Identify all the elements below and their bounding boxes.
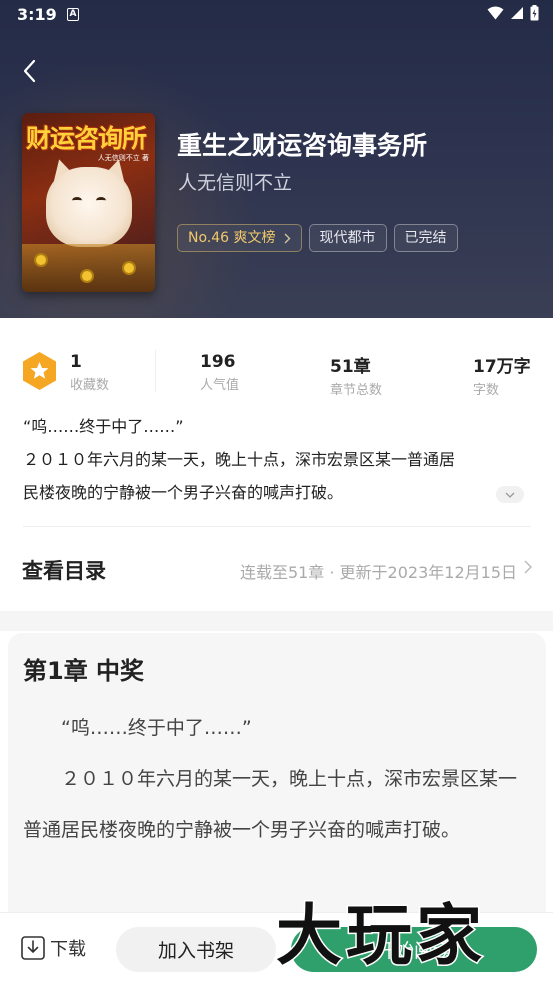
book-stats: 1 收藏数 196 人气值 51章 章节总数 17万字 字数 [0, 318, 553, 406]
cover-coin [80, 269, 94, 283]
stat-label: 章节总数 [330, 383, 383, 398]
toc-title: 查看目录 [22, 559, 106, 583]
stat-favorites: 1 收藏数 [70, 352, 109, 393]
book-cover[interactable]: 财运咨询所 人无信则不立 著 [22, 113, 155, 292]
star-badge-icon [23, 352, 56, 390]
stat-label: 收藏数 [70, 378, 110, 393]
stat-value: 1 [70, 352, 82, 372]
expand-intro-button[interactable] [496, 486, 524, 503]
chapter-body: “呜……终于中了……” ２０１０年六月的某一天，晚上十点，深市宏景区某一普通居民… [23, 703, 528, 856]
book-header: 3:19 A 财运咨询所 人无信则不立 著 重生之财运咨询事务所 人无信则不立 … [0, 0, 553, 318]
wifi-icon [487, 6, 504, 20]
table-of-contents-row[interactable]: 查看目录 连载至51章 · 更新于2023年12月15日 [0, 527, 553, 609]
chevron-right-icon [524, 560, 532, 574]
status-bar: 3:19 A [0, 0, 553, 30]
chevron-down-icon [505, 492, 515, 498]
cover-cat-eye [96, 197, 106, 204]
chapter-paragraph: “呜……终于中了……” [61, 717, 252, 739]
status-tag-label: 已完结 [404, 230, 447, 246]
cover-coin [122, 261, 136, 275]
book-title: 重生之财运咨询事务所 [177, 131, 428, 160]
status-icons [487, 5, 539, 21]
stat-value: 196 [200, 352, 236, 372]
stat-label: 人气值 [200, 378, 240, 393]
intro-line: “呜……终于中了……” [23, 417, 184, 436]
cover-title: 财运咨询所 [26, 124, 147, 153]
rank-tag[interactable]: No.46 爽文榜 [177, 224, 302, 252]
stats-divider [155, 350, 156, 392]
book-tags: No.46 爽文榜 现代都市 已完结 [177, 224, 458, 252]
intro-line: ２０１０年六月的某一天，晚上十点，深市宏景区某一普通居 [23, 450, 456, 469]
stat-word-count: 17万字 字数 [473, 352, 531, 398]
add-to-shelf-button[interactable]: 加入书架 [116, 927, 276, 972]
download-icon [21, 936, 45, 960]
chevron-left-icon [23, 59, 36, 83]
book-intro: “呜……终于中了……” ２０１０年六月的某一天，晚上十点，深市宏景区某一普通居 … [23, 410, 533, 509]
back-button[interactable] [12, 54, 46, 88]
chevron-right-icon [284, 233, 291, 243]
chapter-paragraph: ２０１０年六月的某一天，晚上十点，深市宏景区某一普通居民楼夜晚的宁静被一个男子兴… [23, 768, 518, 841]
category-tag-label: 现代都市 [319, 230, 376, 246]
signal-icon [511, 7, 523, 19]
cover-cat-eye [72, 197, 82, 204]
battery-icon [530, 5, 539, 21]
download-label: 下载 [50, 939, 86, 960]
stat-label: 字数 [473, 383, 500, 398]
watermark: 大玩家 [275, 896, 486, 976]
category-tag[interactable]: 现代都市 [308, 224, 387, 252]
intro-line: 民楼夜晚的宁静被一个男子兴奋的喊声打破。 [23, 483, 344, 502]
stat-chapters: 51章 章节总数 [330, 352, 382, 398]
cover-cat [46, 167, 132, 247]
stat-value: 17万字 [473, 357, 531, 377]
stat-popularity: 196 人气值 [200, 352, 239, 393]
download-button[interactable]: 下载 [20, 935, 86, 961]
status-tag: 已完结 [393, 224, 458, 252]
cover-coin [34, 253, 48, 267]
toc-update-info: 连载至51章 · 更新于2023年12月15日 [239, 563, 517, 582]
rank-tag-label: No.46 爽文榜 [188, 230, 276, 246]
stat-value: 51章 [330, 357, 371, 377]
status-time: 3:19 [17, 5, 57, 24]
chapter-title: 第1章 中奖 [23, 657, 145, 685]
notification-icon: A [67, 8, 79, 21]
section-gap [0, 611, 553, 631]
book-author[interactable]: 人无信则不立 [178, 168, 292, 195]
